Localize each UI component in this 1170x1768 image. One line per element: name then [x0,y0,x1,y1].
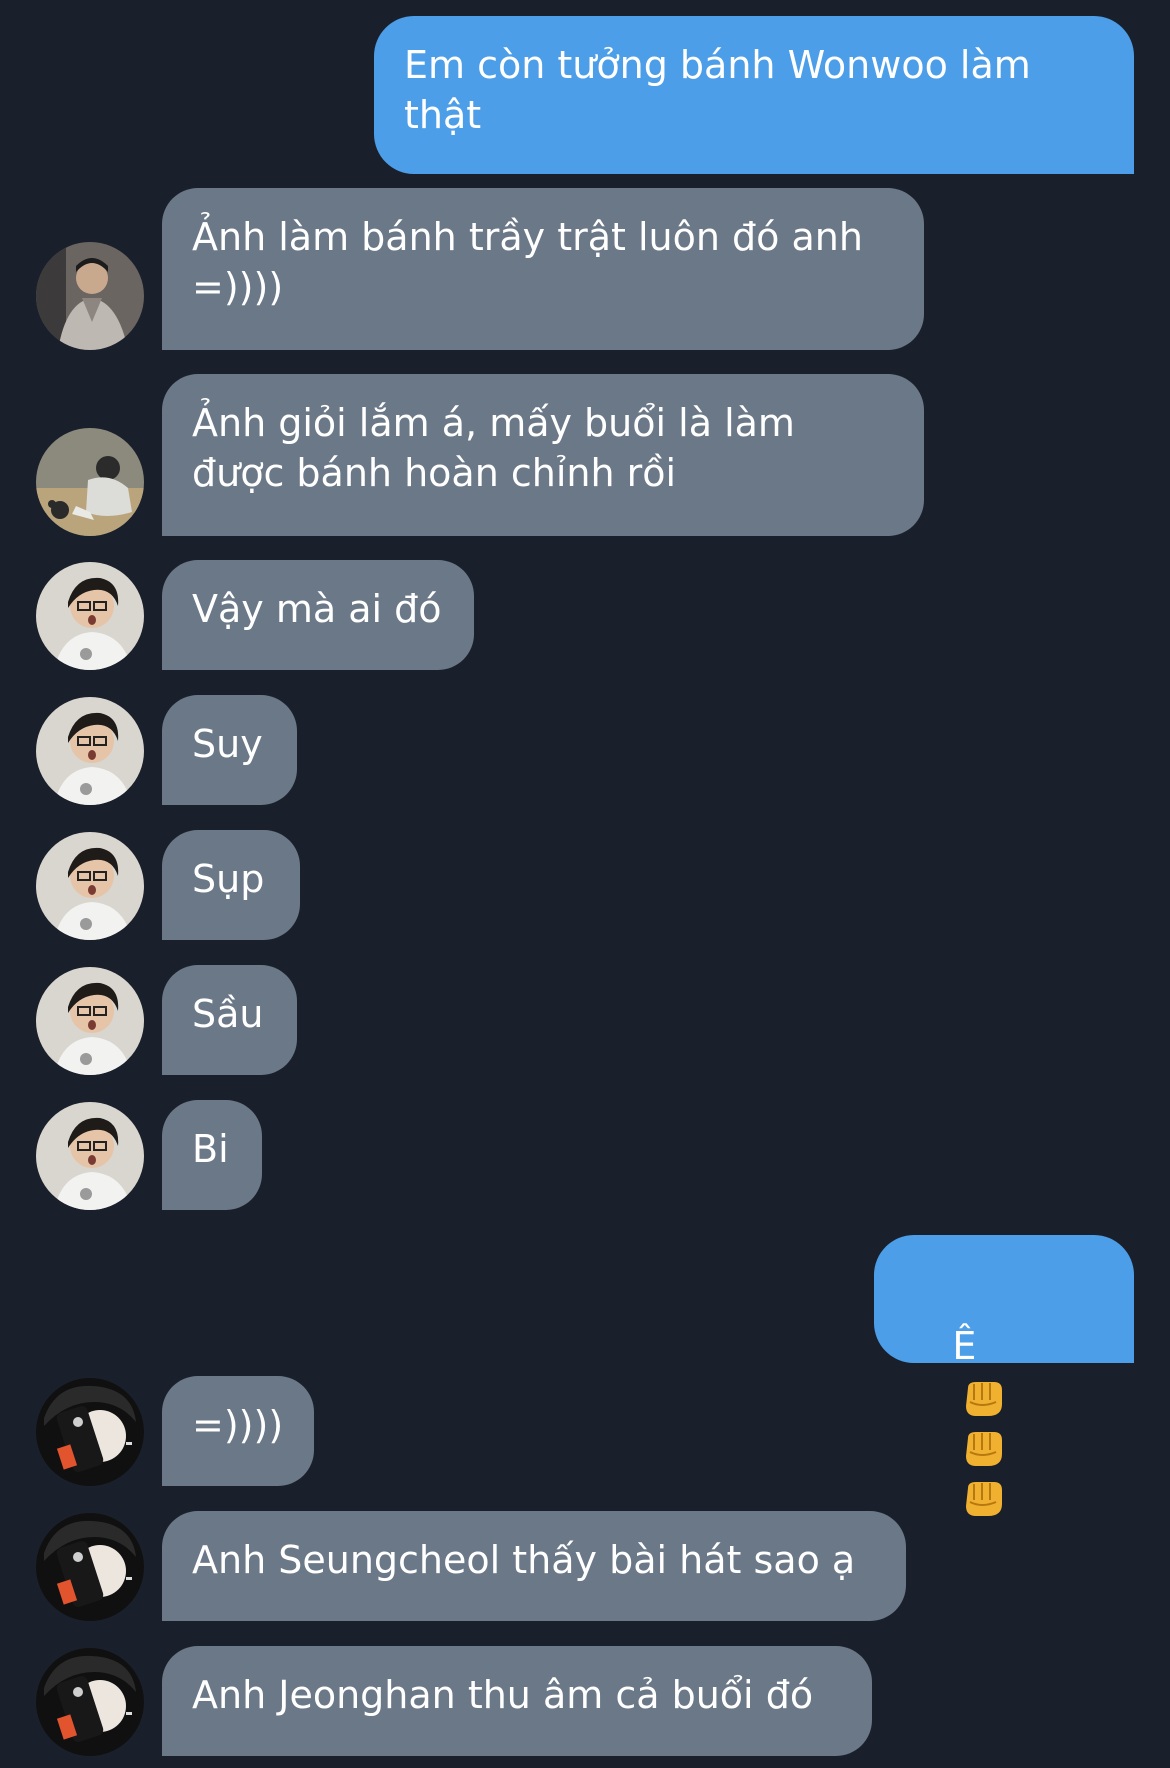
message-bubble-incoming[interactable]: Sầu [162,965,297,1075]
avatar[interactable] [36,1102,144,1210]
message-bubble-incoming[interactable]: Suy [162,695,297,805]
avatar[interactable] [36,832,144,940]
avatar[interactable] [36,697,144,805]
message-bubble-incoming[interactable]: Ảnh giỏi lắm á, mấy buổi là làm được bán… [162,374,924,536]
fist-icon [966,1381,1003,1416]
fist-icon [966,1481,1003,1516]
message-bubble-incoming[interactable]: Anh Seungcheol thấy bài hát sao ạ [162,1511,906,1621]
message-text: Ê [952,1324,977,1368]
chat-thread: Em còn tưởng bánh Wonwoo làm thật Ảnh là… [0,0,1170,1768]
message-bubble-incoming[interactable]: Anh Jeonghan thu âm cả buổi đó [162,1646,872,1756]
message-bubble-incoming[interactable]: Sụp [162,830,300,940]
avatar[interactable] [36,1378,144,1486]
avatar[interactable] [36,242,144,350]
avatar[interactable] [36,428,144,536]
avatar[interactable] [36,1648,144,1756]
message-bubble-outgoing[interactable]: Em còn tưởng bánh Wonwoo làm thật [374,16,1134,174]
message-bubble-incoming[interactable]: Vậy mà ai đó [162,560,474,670]
avatar[interactable] [36,562,144,670]
fist-icon [966,1431,1003,1466]
avatar[interactable] [36,1513,144,1621]
message-bubble-incoming[interactable]: Bi [162,1100,262,1210]
message-bubble-incoming[interactable]: Ảnh làm bánh trầy trật luôn đó anh =)))) [162,188,924,350]
message-bubble-incoming[interactable]: =)))) [162,1376,314,1486]
message-bubble-outgoing[interactable]: Ê [874,1235,1134,1516]
avatar[interactable] [36,967,144,1075]
